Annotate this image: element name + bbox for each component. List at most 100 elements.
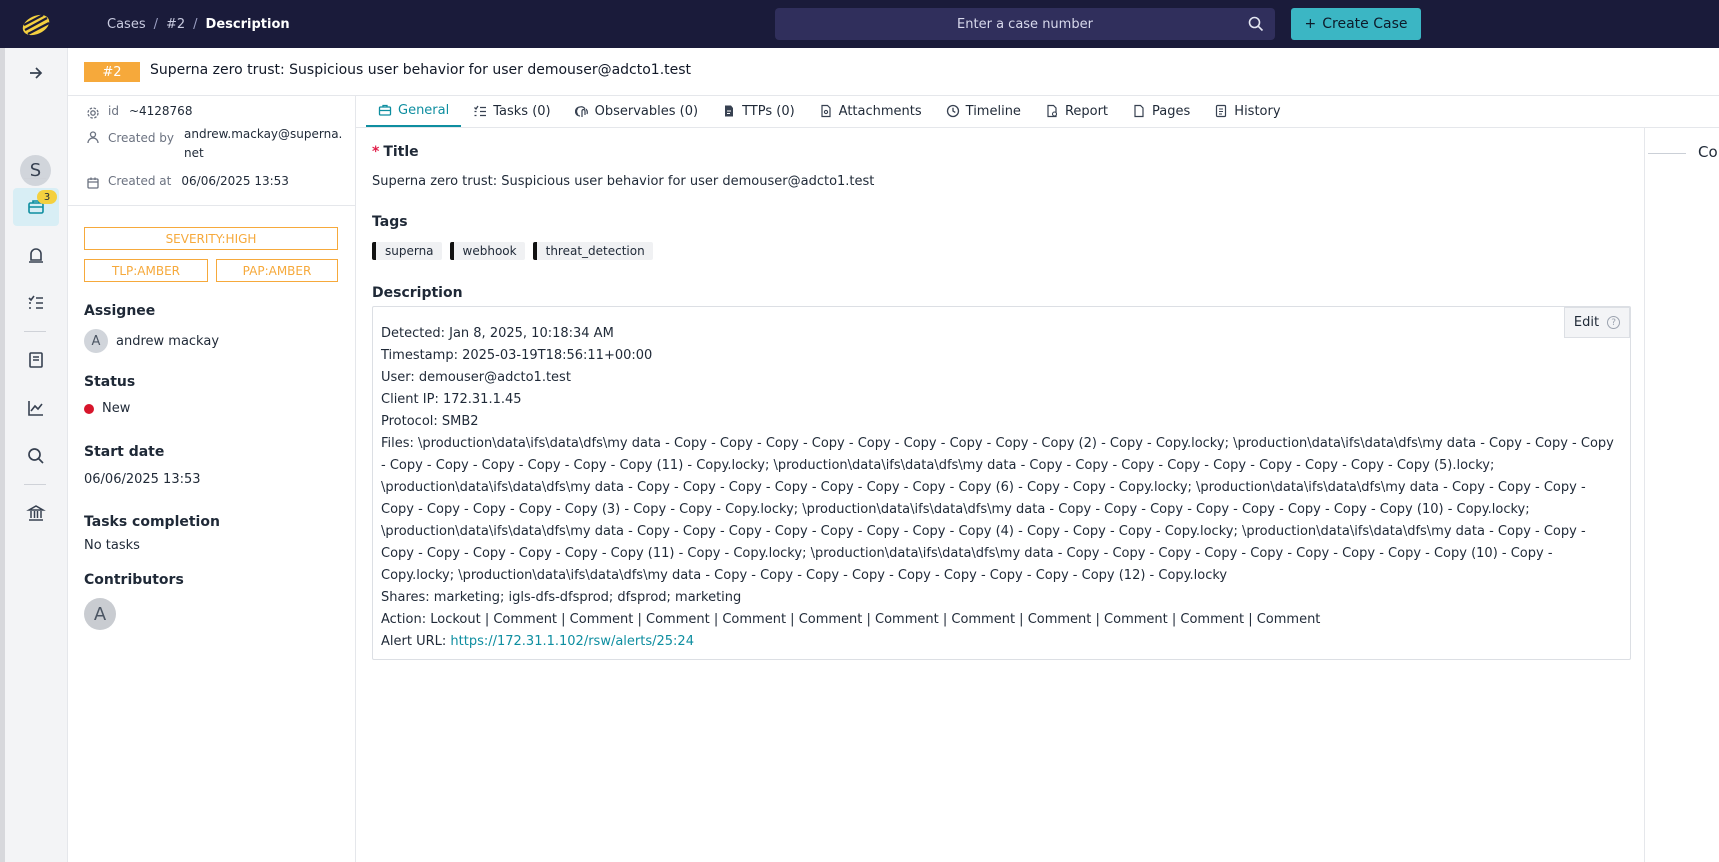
description-field-label: Description bbox=[372, 285, 463, 301]
nav-tasks[interactable] bbox=[13, 284, 59, 322]
case-id-row: id ~4128768 bbox=[86, 104, 192, 120]
tag-chip[interactable]: threat_detection bbox=[532, 242, 653, 260]
description-line: Action: Lockout | Comment | Comment | Co… bbox=[381, 612, 1321, 627]
case-title: Superna zero trust: Suspicious user beha… bbox=[150, 62, 692, 78]
assignee-label: Assignee bbox=[84, 303, 156, 319]
nav-divider bbox=[24, 178, 46, 179]
nav-organisation[interactable] bbox=[13, 494, 59, 532]
tab-attachments[interactable]: Attachments bbox=[807, 95, 934, 127]
left-nav-rail: S 3 bbox=[0, 48, 68, 862]
book-icon bbox=[29, 352, 43, 368]
description-files: Files: \production\data\ifs\data\dfs\my … bbox=[381, 436, 1614, 583]
app-logo-icon[interactable] bbox=[16, 8, 56, 40]
required-mark: * bbox=[372, 144, 380, 160]
created-by-email: andrew.mackay@superna. bbox=[184, 127, 343, 141]
tab-tasks[interactable]: Tasks (0) bbox=[461, 95, 562, 127]
nav-dashboards[interactable] bbox=[13, 389, 59, 427]
tasks-icon bbox=[474, 105, 487, 117]
right-side-panel: Co bbox=[1646, 128, 1719, 862]
tlp-tag[interactable]: TLP:AMBER bbox=[84, 259, 208, 282]
description-box[interactable]: Edit ? Detected: Jan 8, 2025, 10:18:34 A… bbox=[372, 306, 1631, 660]
nav-knowledge-base[interactable] bbox=[13, 341, 59, 379]
help-icon[interactable]: ? bbox=[1607, 316, 1621, 329]
breadcrumb-separator: / bbox=[193, 16, 198, 32]
tab-observables[interactable]: Observables (0) bbox=[563, 95, 710, 127]
nav-cases[interactable]: 3 bbox=[13, 188, 59, 226]
description-line: Client IP: 172.31.1.45 bbox=[381, 392, 522, 407]
tasks-completion-value: No tasks bbox=[84, 538, 140, 553]
chart-icon bbox=[28, 401, 43, 416]
contributor-avatar[interactable]: A bbox=[84, 598, 116, 630]
breadcrumb: Cases / #2 / Description bbox=[107, 0, 290, 48]
description-line: Shares: marketing; igls-dfs-dfsprod; dfs… bbox=[381, 590, 742, 605]
search-placeholder: Enter a case number bbox=[957, 16, 1093, 32]
contributors-label: Contributors bbox=[84, 572, 184, 588]
briefcase-icon bbox=[378, 104, 392, 116]
created-by-row: Created by andrew.mackay@superna. net bbox=[86, 125, 342, 163]
description-line: Detected: Jan 8, 2025, 10:18:34 AM bbox=[381, 326, 614, 341]
history-icon bbox=[1216, 104, 1227, 118]
breadcrumb-separator: / bbox=[153, 16, 158, 32]
tags-list: superna webhook threat_detection bbox=[372, 242, 653, 260]
calendar-icon bbox=[87, 177, 99, 189]
tab-timeline[interactable]: Timeline bbox=[934, 95, 1033, 127]
report-icon bbox=[1047, 104, 1057, 118]
tab-pages[interactable]: Pages bbox=[1120, 95, 1202, 127]
ttp-icon bbox=[725, 105, 734, 117]
start-date-value[interactable]: 06/06/2025 13:53 bbox=[84, 472, 201, 487]
nav-divider bbox=[24, 331, 46, 332]
assignee-avatar: A bbox=[84, 329, 108, 353]
start-date-label: Start date bbox=[84, 444, 165, 460]
tab-history[interactable]: History bbox=[1202, 95, 1292, 127]
alert-url-link[interactable]: https://172.31.1.102/rsw/alerts/25:24 bbox=[450, 634, 694, 649]
expand-nav-button[interactable] bbox=[13, 54, 59, 92]
tag-chip[interactable]: webhook bbox=[449, 242, 525, 260]
tab-general[interactable]: General bbox=[366, 95, 462, 127]
case-meta: id ~4128768 Created by andrew.mackay@sup… bbox=[68, 96, 356, 206]
tab-report[interactable]: Report bbox=[1033, 95, 1120, 127]
status-value[interactable]: New bbox=[84, 401, 130, 416]
panel-divider bbox=[1648, 153, 1686, 154]
edit-description-button[interactable]: Edit ? bbox=[1564, 307, 1630, 338]
assignee-value[interactable]: A andrew mackay bbox=[84, 329, 219, 353]
case-search-input[interactable]: Enter a case number bbox=[775, 8, 1275, 40]
case-details-panel: id ~4128768 Created by andrew.mackay@sup… bbox=[68, 96, 356, 862]
status-dot-icon bbox=[84, 403, 94, 414]
tag-chip[interactable]: superna bbox=[372, 242, 442, 260]
tags-field-label: Tags bbox=[372, 214, 408, 230]
case-number-badge: #2 bbox=[84, 62, 140, 82]
title-field-label: * Title bbox=[372, 144, 419, 160]
file-attachment-icon bbox=[821, 104, 831, 118]
arrow-right-icon bbox=[30, 67, 43, 79]
alert-bell-icon bbox=[29, 248, 43, 263]
status-text: New bbox=[102, 401, 131, 416]
description-line: Protocol: SMB2 bbox=[381, 414, 479, 429]
fingerprint-icon bbox=[574, 106, 588, 117]
description-alert-url: Alert URL: https://172.31.1.102/rsw/aler… bbox=[381, 634, 694, 649]
create-case-button[interactable]: + Create Case bbox=[1291, 8, 1421, 40]
cases-count-badge: 3 bbox=[37, 190, 57, 204]
nav-search[interactable] bbox=[13, 437, 59, 475]
page-icon bbox=[1134, 104, 1144, 118]
user-avatar[interactable]: S bbox=[20, 155, 51, 186]
title-field-value[interactable]: Superna zero trust: Suspicious user beha… bbox=[372, 174, 874, 189]
breadcrumb-cases[interactable]: Cases bbox=[107, 17, 146, 32]
status-label: Status bbox=[84, 374, 136, 390]
search-icon bbox=[28, 448, 44, 464]
severity-tag[interactable]: SEVERITY:HIGH bbox=[84, 227, 338, 250]
breadcrumb-case-number[interactable]: #2 bbox=[166, 17, 185, 32]
clock-icon bbox=[946, 104, 959, 118]
plus-icon: + bbox=[1304, 16, 1317, 32]
gear-icon bbox=[87, 107, 99, 119]
tasks-list-icon bbox=[28, 295, 43, 309]
pap-tag[interactable]: PAP:AMBER bbox=[216, 259, 338, 282]
case-header: #2 Superna zero trust: Suspicious user b… bbox=[68, 48, 1719, 96]
tab-ttps[interactable]: TTPs (0) bbox=[710, 95, 807, 127]
nav-alerts[interactable] bbox=[13, 237, 59, 275]
right-panel-label: Co bbox=[1698, 143, 1718, 161]
assignee-name: andrew mackay bbox=[116, 333, 220, 349]
nav-divider bbox=[24, 484, 46, 485]
search-icon[interactable] bbox=[1247, 15, 1265, 33]
created-at-row: Created at 06/06/2025 13:53 bbox=[86, 174, 289, 190]
description-line: Timestamp: 2025-03-19T18:56:11+00:00 bbox=[381, 348, 653, 363]
